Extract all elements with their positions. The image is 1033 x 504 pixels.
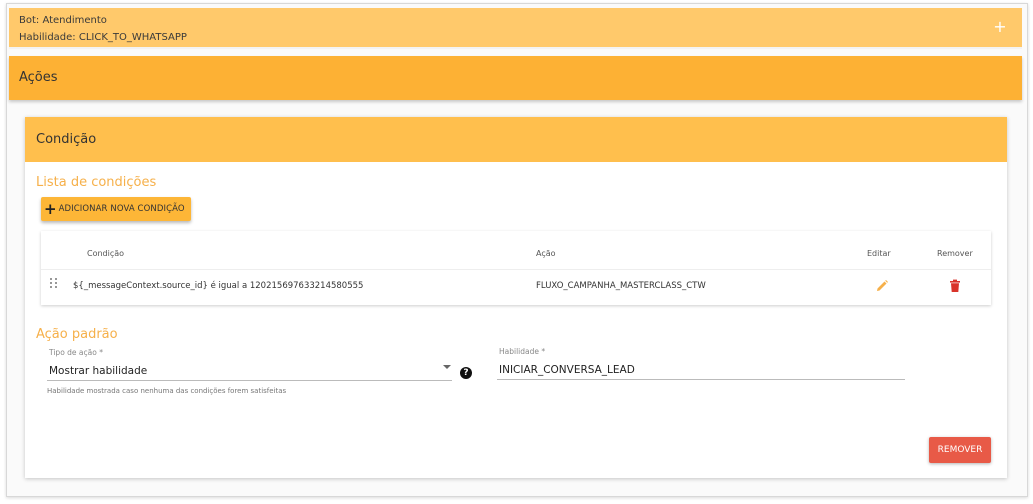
acoes-header: Ações bbox=[9, 56, 1022, 100]
required-mark: * bbox=[99, 348, 103, 357]
column-header-acao[interactable]: Ação bbox=[536, 249, 556, 258]
trash-icon[interactable] bbox=[949, 278, 961, 292]
drag-handle-icon[interactable] bbox=[50, 278, 58, 290]
condition-card-header: Condição bbox=[25, 117, 1007, 162]
question-circle-icon[interactable]: ? bbox=[460, 367, 472, 379]
add-condition-label: ADICIONAR NOVA CONDIÇÃO bbox=[58, 204, 185, 214]
action-type-select[interactable]: Mostrar habilidade bbox=[49, 365, 147, 377]
action-type-label: Tipo de ação * bbox=[49, 348, 103, 357]
helper-text: Habilidade mostrada caso nenhuma das con… bbox=[47, 387, 287, 395]
row-action: FLUXO_CAMPANHA_MASTERCLASS_CTW bbox=[536, 281, 706, 291]
skill-underline bbox=[497, 379, 905, 380]
caret-down-icon[interactable] bbox=[443, 365, 451, 369]
header-divider bbox=[41, 269, 991, 270]
column-header-remover: Remover bbox=[937, 249, 973, 258]
plus-icon: + bbox=[44, 199, 57, 218]
action-type-label-text: Tipo de ação bbox=[49, 348, 97, 357]
acoes-title: Ações bbox=[19, 70, 58, 85]
skill-input[interactable]: INICIAR_CONVERSA_LEAD bbox=[499, 364, 635, 376]
condition-list-title: Lista de condições bbox=[36, 175, 157, 190]
column-header-condicao[interactable]: Condição bbox=[87, 249, 124, 258]
default-action-title: Ação padrão bbox=[36, 327, 118, 342]
column-header-editar: Editar bbox=[867, 249, 891, 258]
bot-name: Bot: Atendimento bbox=[19, 15, 107, 26]
action-type-underline bbox=[47, 380, 452, 381]
plus-icon[interactable]: + bbox=[992, 19, 1008, 35]
conditions-table: Condição Ação Editar Remover ${_messageC… bbox=[41, 231, 991, 305]
bot-skill: Habilidade: CLICK_TO_WHATSAPP bbox=[19, 32, 187, 43]
pencil-icon[interactable] bbox=[875, 278, 889, 292]
skill-label: Habilidade * bbox=[499, 347, 545, 356]
remove-button[interactable]: REMOVER bbox=[929, 437, 991, 463]
row-condition: ${_messageContext.source_id} é igual a 1… bbox=[73, 281, 364, 291]
condition-card: Condição Lista de condições + ADICIONAR … bbox=[25, 117, 1007, 478]
skill-label-text: Habilidade bbox=[499, 347, 539, 356]
required-mark: * bbox=[541, 347, 546, 356]
bot-summary-panel[interactable]: Bot: Atendimento Habilidade: CLICK_TO_WH… bbox=[9, 8, 1022, 49]
add-condition-button[interactable]: + ADICIONAR NOVA CONDIÇÃO bbox=[41, 197, 191, 221]
condition-title: Condição bbox=[36, 132, 97, 147]
